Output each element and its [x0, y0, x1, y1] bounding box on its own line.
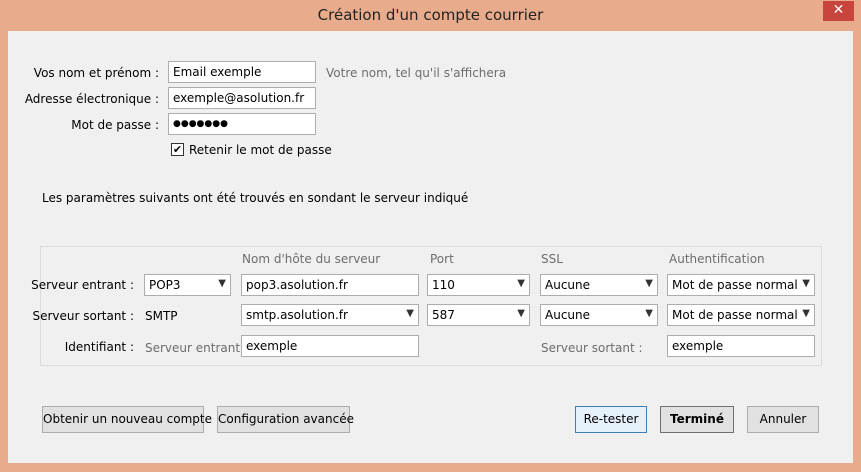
outgoing-auth-value: Mot de passe normal: [672, 308, 798, 322]
chevron-down-icon: ▼: [802, 278, 810, 289]
outgoing-ssl-select[interactable]: Aucune ▼: [540, 304, 658, 326]
retest-button[interactable]: Re-tester: [575, 406, 647, 433]
header-auth: Authentification: [669, 252, 765, 266]
identifier-incoming-label: Serveur entrant :: [145, 341, 248, 355]
outgoing-hostname-value: smtp.asolution.fr: [246, 308, 348, 322]
outgoing-port-select[interactable]: 587 ▼: [427, 304, 530, 326]
name-input[interactable]: Email exemple: [168, 61, 316, 83]
chevron-down-icon: ▼: [802, 308, 810, 319]
chevron-down-icon: ▼: [645, 278, 653, 289]
name-label: Vos nom et prénom :: [33, 66, 159, 80]
new-account-button[interactable]: Obtenir un nouveau compte: [42, 406, 212, 433]
incoming-hostname-input[interactable]: pop3.asolution.fr: [241, 274, 419, 296]
incoming-port-select[interactable]: 110 ▼: [427, 274, 530, 296]
incoming-ssl-value: Aucune: [545, 278, 591, 292]
header-ssl: SSL: [541, 252, 563, 266]
identifier-label: Identifiant :: [64, 340, 134, 354]
password-input[interactable]: ●●●●●●●: [168, 113, 316, 135]
close-button[interactable]: ✕: [823, 1, 854, 21]
password-label: Mot de passe :: [71, 118, 159, 132]
name-hint: Votre nom, tel qu'il s'affichera: [326, 66, 507, 80]
incoming-protocol-value: POP3: [149, 278, 181, 292]
chevron-down-icon: ▼: [406, 308, 414, 319]
remember-password-label[interactable]: Retenir le mot de passe: [189, 143, 332, 157]
info-text: Les paramètres suivants ont été trouvés …: [42, 191, 469, 205]
outgoing-port-value: 587: [432, 308, 455, 322]
incoming-server-label: Serveur entrant :: [31, 278, 134, 292]
incoming-protocol-select[interactable]: POP3 ▼: [144, 274, 231, 296]
incoming-auth-select[interactable]: Mot de passe normal ▼: [667, 274, 815, 296]
done-button[interactable]: Terminé: [660, 406, 734, 433]
dialog-content: Vos nom et prénom : Email exemple Votre …: [8, 31, 853, 463]
chevron-down-icon: ▼: [218, 278, 226, 289]
chevron-down-icon: ▼: [645, 308, 653, 319]
outgoing-username-input[interactable]: exemple: [667, 335, 815, 357]
header-hostname: Nom d'hôte du serveur: [242, 252, 381, 266]
window-title: Création d'un compte courrier: [317, 6, 544, 24]
outgoing-ssl-value: Aucune: [545, 308, 591, 322]
incoming-ssl-select[interactable]: Aucune ▼: [540, 274, 658, 296]
advanced-config-button[interactable]: Configuration avancée: [217, 406, 354, 433]
outgoing-hostname-select[interactable]: smtp.asolution.fr ▼: [241, 304, 419, 326]
dialog-window: Création d'un compte courrier ✕ Vos nom …: [0, 0, 861, 472]
identifier-outgoing-label: Serveur sortant :: [541, 341, 643, 355]
remember-password-checkbox[interactable]: ✔: [171, 143, 184, 156]
outgoing-auth-select[interactable]: Mot de passe normal ▼: [667, 304, 815, 326]
outgoing-protocol-label: SMTP: [145, 309, 178, 323]
chevron-down-icon: ▼: [517, 278, 525, 289]
incoming-auth-value: Mot de passe normal: [672, 278, 798, 292]
email-label: Adresse électronique :: [24, 92, 159, 106]
checkmark-icon: ✔: [172, 143, 183, 156]
incoming-port-value: 110: [432, 278, 455, 292]
cancel-button[interactable]: Annuler: [747, 406, 819, 433]
header-port: Port: [430, 252, 454, 266]
close-icon: ✕: [832, 2, 845, 18]
chevron-down-icon: ▼: [517, 308, 525, 319]
incoming-username-input[interactable]: exemple: [241, 335, 419, 357]
title-bar[interactable]: Création d'un compte courrier ✕: [0, 0, 861, 31]
outgoing-server-label: Serveur sortant :: [32, 309, 134, 323]
email-input[interactable]: exemple@asolution.fr: [168, 87, 316, 109]
